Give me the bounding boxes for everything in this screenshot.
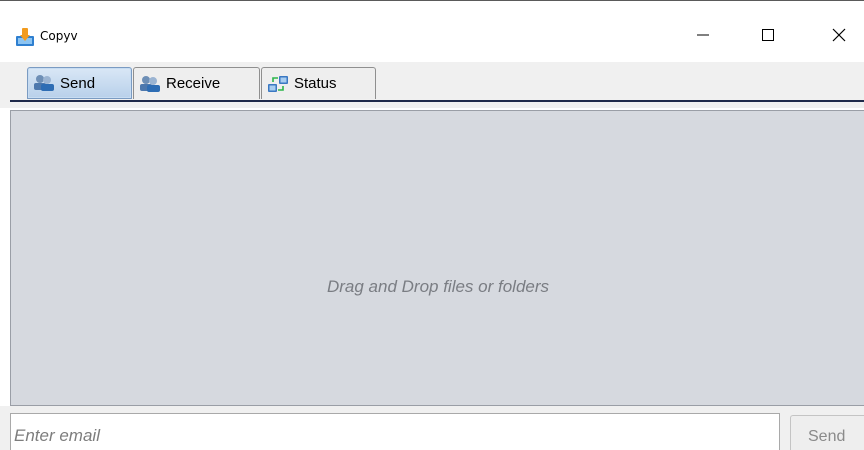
tab-status-label: Status — [294, 75, 337, 92]
maximize-button[interactable] — [745, 13, 791, 57]
users-icon — [34, 75, 54, 91]
close-button[interactable] — [816, 13, 862, 57]
tab-receive-label: Receive — [166, 75, 221, 92]
maximize-icon — [762, 29, 774, 41]
tab-send-label: Send — [60, 74, 96, 92]
users-icon — [140, 75, 160, 92]
drop-area[interactable]: Drag and Drop files or folders — [10, 110, 864, 406]
send-button[interactable]: Send — [790, 415, 864, 450]
minimize-icon — [697, 34, 709, 36]
copyv-app-icon — [16, 28, 34, 46]
email-input[interactable] — [10, 413, 780, 450]
send-bar: Send — [0, 406, 864, 450]
tab-receive[interactable]: Receive — [133, 67, 260, 99]
tab-send[interactable]: Send — [27, 67, 132, 99]
minimize-button[interactable] — [680, 13, 726, 57]
close-icon — [832, 28, 846, 42]
title-bar: Copyv — [0, 0, 864, 62]
tab-status[interactable]: Status — [261, 67, 376, 99]
window-title: Copyv — [40, 29, 78, 43]
transfer-icon — [268, 75, 288, 92]
tab-underline — [10, 100, 864, 102]
drop-hint: Drag and Drop files or folders — [326, 277, 550, 296]
